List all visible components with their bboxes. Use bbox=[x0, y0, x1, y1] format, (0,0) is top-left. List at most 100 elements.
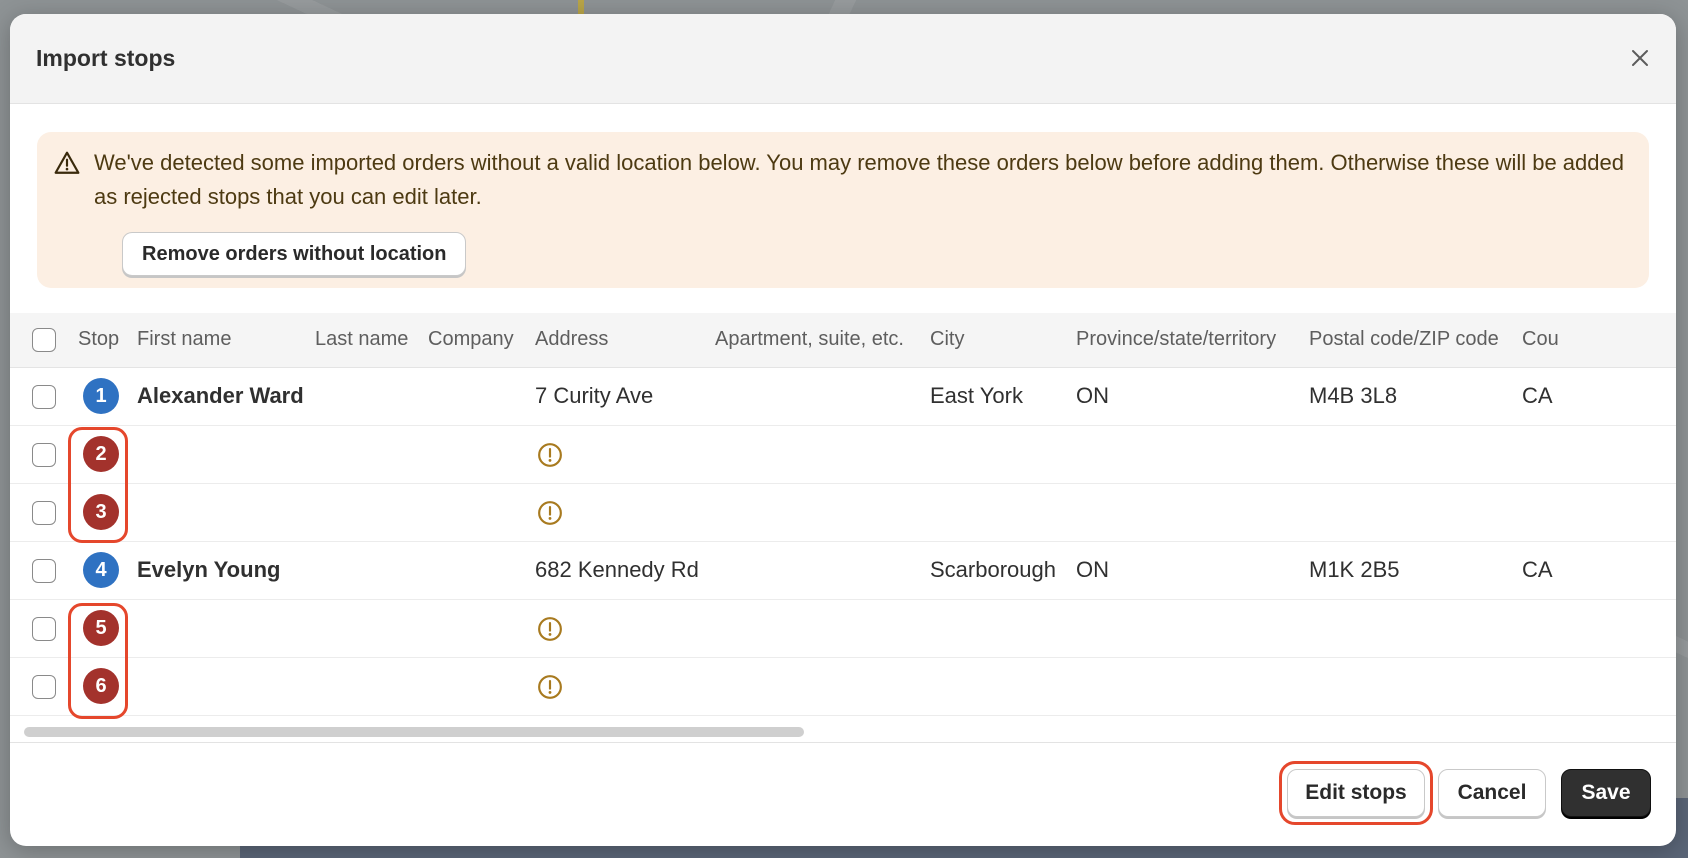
company-cell bbox=[428, 367, 535, 426]
warning-triangle-icon bbox=[54, 151, 80, 174]
province-cell: ON bbox=[1076, 367, 1309, 426]
alert-circle-icon bbox=[538, 616, 562, 641]
country-cell: CA bbox=[1522, 541, 1676, 600]
postal-code-cell: M4B 3L8 bbox=[1309, 367, 1522, 426]
country-cell bbox=[1522, 483, 1676, 542]
row-checkbox[interactable] bbox=[32, 501, 56, 526]
table-row[interactable]: 1 Alexander Ward 7 Curity Ave East York ON M4… bbox=[10, 367, 1676, 426]
province-cell bbox=[1076, 657, 1309, 716]
header-address[interactable]: Address bbox=[535, 313, 715, 368]
cancel-button[interactable]: Cancel bbox=[1438, 769, 1546, 817]
close-button[interactable] bbox=[1626, 44, 1654, 72]
table-header-row: Stop First name Last name Company Addres… bbox=[10, 313, 1676, 368]
remove-orders-button[interactable]: Remove orders without location bbox=[122, 232, 467, 276]
row-select-cell bbox=[10, 425, 78, 484]
banner-message: We've detected some imported orders with… bbox=[94, 150, 1624, 209]
close-icon bbox=[1632, 50, 1648, 66]
city-cell: East York bbox=[930, 367, 1076, 426]
row-select-cell bbox=[10, 599, 78, 658]
table-row[interactable]: 3 bbox=[10, 483, 1676, 542]
edit-stops-button[interactable]: Edit stops bbox=[1287, 769, 1425, 817]
stop-cell: 4 bbox=[78, 541, 137, 600]
horizontal-scrollbar[interactable] bbox=[24, 727, 804, 737]
save-button[interactable]: Save bbox=[1561, 769, 1651, 817]
country-cell: CA bbox=[1522, 367, 1676, 426]
address-cell: 682 Kennedy Rd bbox=[535, 541, 715, 600]
first-name-cell bbox=[137, 483, 315, 542]
stop-cell: 6 bbox=[78, 657, 137, 716]
header-province[interactable]: Province/state/territory bbox=[1076, 313, 1309, 368]
row-select-cell bbox=[10, 483, 78, 542]
header-apartment[interactable]: Apartment, suite, etc. bbox=[715, 313, 930, 368]
header-postal-code[interactable]: Postal code/ZIP code bbox=[1309, 313, 1522, 368]
postal-code-cell: M1K 2B5 bbox=[1309, 541, 1522, 600]
table-row[interactable]: 4 Evelyn Young 682 Kennedy Rd Scarborough ON… bbox=[10, 541, 1676, 600]
alert-circle-icon bbox=[538, 674, 562, 699]
country-cell bbox=[1522, 599, 1676, 658]
row-checkbox[interactable] bbox=[32, 675, 56, 700]
province-cell bbox=[1076, 599, 1309, 658]
last-name-cell bbox=[315, 541, 428, 600]
header-stop[interactable]: Stop bbox=[78, 313, 137, 368]
company-cell bbox=[428, 541, 535, 600]
header-company[interactable]: Company bbox=[428, 313, 535, 368]
address-cell bbox=[535, 483, 715, 542]
row-checkbox[interactable] bbox=[32, 559, 56, 584]
header-country[interactable]: Cou bbox=[1522, 313, 1676, 368]
first-name-cell bbox=[137, 599, 315, 658]
stop-cell: 3 bbox=[78, 483, 137, 542]
last-name-cell bbox=[315, 483, 428, 542]
apartment-cell bbox=[715, 541, 930, 600]
modal-title: Import stops bbox=[36, 45, 176, 71]
company-cell bbox=[428, 599, 535, 658]
city-cell bbox=[930, 425, 1076, 484]
postal-code-cell bbox=[1309, 425, 1522, 484]
stop-number-badge: 3 bbox=[83, 494, 119, 530]
city-cell bbox=[930, 483, 1076, 542]
stop-number-badge: 4 bbox=[83, 552, 119, 588]
import-stops-modal: Import stops We've detected some importe… bbox=[10, 14, 1676, 846]
city-cell bbox=[930, 599, 1076, 658]
header-first-name[interactable]: First name bbox=[137, 313, 315, 368]
apartment-cell bbox=[715, 483, 930, 542]
row-select-cell bbox=[10, 657, 78, 716]
apartment-cell bbox=[715, 367, 930, 426]
warning-banner: We've detected some imported orders with… bbox=[37, 132, 1649, 288]
province-cell bbox=[1076, 483, 1309, 542]
apartment-cell bbox=[715, 599, 930, 658]
row-select-cell bbox=[10, 367, 78, 426]
city-cell: Scarborough bbox=[930, 541, 1076, 600]
city-cell bbox=[930, 657, 1076, 716]
address-cell bbox=[535, 599, 715, 658]
select-all-cell bbox=[10, 313, 78, 368]
stop-number-badge: 5 bbox=[83, 610, 119, 646]
modal-header: Import stops bbox=[10, 14, 1676, 104]
postal-code-cell bbox=[1309, 483, 1522, 542]
select-all-checkbox[interactable] bbox=[32, 327, 56, 352]
alert-circle-icon bbox=[538, 442, 562, 467]
postal-code-cell bbox=[1309, 657, 1522, 716]
first-name-cell: Evelyn Young bbox=[137, 541, 315, 600]
address-cell: 7 Curity Ave bbox=[535, 367, 715, 426]
stop-number-badge: 2 bbox=[83, 436, 119, 472]
province-cell: ON bbox=[1076, 541, 1309, 600]
header-city[interactable]: City bbox=[930, 313, 1076, 368]
table-row[interactable]: 5 bbox=[10, 599, 1676, 658]
row-checkbox[interactable] bbox=[32, 617, 56, 642]
first-name-cell: Alexander Ward bbox=[137, 367, 315, 426]
apartment-cell bbox=[715, 657, 930, 716]
alert-circle-icon bbox=[538, 500, 562, 525]
table-row[interactable]: 6 bbox=[10, 657, 1676, 716]
last-name-cell bbox=[315, 657, 428, 716]
stop-cell: 2 bbox=[78, 425, 137, 484]
table-row[interactable]: 2 bbox=[10, 425, 1676, 484]
country-cell bbox=[1522, 425, 1676, 484]
stop-cell: 5 bbox=[78, 599, 137, 658]
row-checkbox[interactable] bbox=[32, 385, 56, 410]
company-cell bbox=[428, 483, 535, 542]
header-last-name[interactable]: Last name bbox=[315, 313, 428, 368]
first-name-cell bbox=[137, 657, 315, 716]
company-cell bbox=[428, 657, 535, 716]
row-checkbox[interactable] bbox=[32, 443, 56, 468]
last-name-cell bbox=[315, 599, 428, 658]
